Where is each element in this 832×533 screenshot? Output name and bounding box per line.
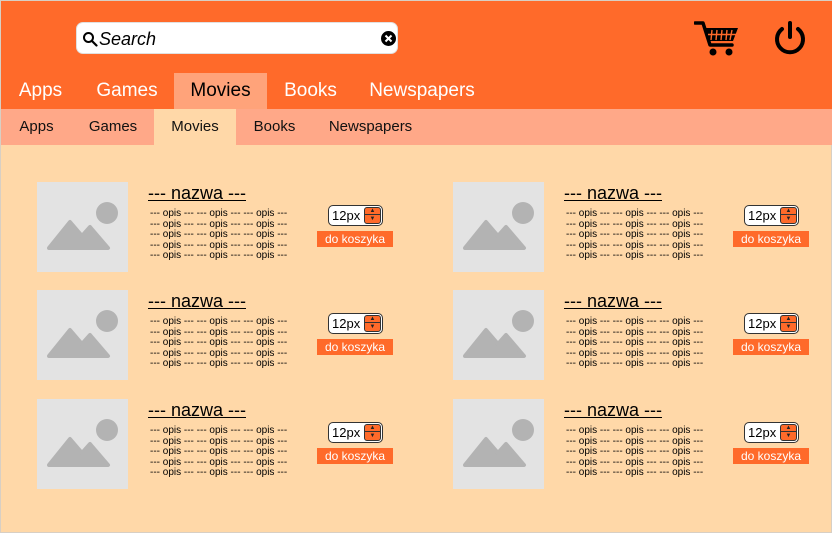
subtab-newspapers[interactable]: Newspapers (313, 109, 428, 145)
decrement-icon[interactable]: ▼ (781, 433, 796, 440)
increment-icon[interactable]: ▲ (781, 425, 796, 432)
tab-games[interactable]: Games (80, 73, 174, 109)
product-card: --- nazwa --- --- opis --- --- opis --- … (453, 290, 813, 382)
quantity-stepper[interactable]: ▲ ▼ (744, 205, 799, 226)
quantity-stepper[interactable]: ▲ ▼ (744, 313, 799, 334)
product-card: --- nazwa --- --- opis --- --- opis --- … (453, 182, 813, 274)
decrement-icon[interactable]: ▼ (365, 324, 380, 331)
product-name[interactable]: --- nazwa --- (148, 400, 246, 421)
search-box[interactable] (76, 22, 398, 54)
decrement-icon[interactable]: ▼ (365, 216, 380, 223)
product-description: --- opis --- --- opis --- --- opis --- --… (150, 425, 288, 479)
add-to-cart-button[interactable]: do koszyka (317, 448, 393, 464)
add-to-cart-button[interactable]: do koszyka (733, 231, 809, 247)
add-to-cart-button[interactable]: do koszyka (733, 448, 809, 464)
product-name[interactable]: --- nazwa --- (564, 291, 662, 312)
decrement-icon[interactable]: ▼ (781, 216, 796, 223)
image-placeholder-icon (453, 290, 544, 380)
tab-newspapers[interactable]: Newspapers (354, 73, 490, 109)
product-description: --- opis --- --- opis --- --- opis --- --… (566, 425, 704, 479)
quantity-input[interactable] (332, 424, 364, 441)
tab-books[interactable]: Books (267, 73, 354, 109)
header-bar: Apps Games Movies Books Newspapers (1, 1, 832, 109)
stepper-buttons[interactable]: ▲ ▼ (780, 315, 797, 332)
stepper-buttons[interactable]: ▲ ▼ (780, 207, 797, 224)
subtab-books[interactable]: Books (236, 109, 313, 145)
subtab-movies[interactable]: Movies (154, 109, 236, 145)
increment-icon[interactable]: ▲ (781, 316, 796, 323)
tab-apps[interactable]: Apps (1, 73, 80, 109)
power-icon[interactable] (772, 20, 808, 56)
add-to-cart-button[interactable]: do koszyka (317, 231, 393, 247)
quantity-stepper[interactable]: ▲ ▼ (744, 422, 799, 443)
stepper-buttons[interactable]: ▲ ▼ (364, 207, 381, 224)
image-placeholder-icon (453, 182, 544, 272)
quantity-stepper[interactable]: ▲ ▼ (328, 313, 383, 334)
stepper-buttons[interactable]: ▲ ▼ (780, 424, 797, 441)
quantity-input[interactable] (332, 207, 364, 224)
clear-icon[interactable] (380, 30, 397, 47)
product-name[interactable]: --- nazwa --- (564, 183, 662, 204)
image-placeholder-icon (37, 399, 128, 489)
quantity-input[interactable] (748, 424, 780, 441)
increment-icon[interactable]: ▲ (365, 208, 380, 215)
product-description: --- opis --- --- opis --- --- opis --- --… (150, 208, 288, 262)
add-to-cart-button[interactable]: do koszyka (317, 339, 393, 355)
cart-icon[interactable] (694, 19, 740, 57)
search-input[interactable] (99, 26, 369, 52)
product-description: --- opis --- --- opis --- --- opis --- --… (566, 208, 704, 262)
image-placeholder-icon (453, 399, 544, 489)
product-card: --- nazwa --- --- opis --- --- opis --- … (37, 182, 397, 274)
product-name[interactable]: --- nazwa --- (148, 291, 246, 312)
image-placeholder-icon (37, 290, 128, 380)
stepper-buttons[interactable]: ▲ ▼ (364, 315, 381, 332)
image-placeholder-icon (37, 182, 128, 272)
decrement-icon[interactable]: ▼ (781, 324, 796, 331)
subtab-apps[interactable]: Apps (1, 109, 72, 145)
quantity-stepper[interactable]: ▲ ▼ (328, 422, 383, 443)
tab-movies[interactable]: Movies (174, 73, 267, 109)
add-to-cart-button[interactable]: do koszyka (733, 339, 809, 355)
product-description: --- opis --- --- opis --- --- opis --- --… (566, 316, 704, 370)
product-name[interactable]: --- nazwa --- (148, 183, 246, 204)
search-icon[interactable] (82, 31, 98, 47)
stepper-buttons[interactable]: ▲ ▼ (364, 424, 381, 441)
secondary-nav: Apps Games Movies Books Newspapers (1, 109, 832, 145)
subtab-games[interactable]: Games (72, 109, 154, 145)
quantity-input[interactable] (748, 207, 780, 224)
product-name[interactable]: --- nazwa --- (564, 400, 662, 421)
increment-icon[interactable]: ▲ (365, 425, 380, 432)
product-card: --- nazwa --- --- opis --- --- opis --- … (453, 399, 813, 491)
app-window: Apps Games Movies Books Newspapers Apps … (0, 0, 832, 533)
decrement-icon[interactable]: ▼ (365, 433, 380, 440)
increment-icon[interactable]: ▲ (781, 208, 796, 215)
product-card: --- nazwa --- --- opis --- --- opis --- … (37, 290, 397, 382)
quantity-input[interactable] (332, 315, 364, 332)
increment-icon[interactable]: ▲ (365, 316, 380, 323)
product-description: --- opis --- --- opis --- --- opis --- --… (150, 316, 288, 370)
product-card: --- nazwa --- --- opis --- --- opis --- … (37, 399, 397, 491)
quantity-stepper[interactable]: ▲ ▼ (328, 205, 383, 226)
primary-nav: Apps Games Movies Books Newspapers (1, 73, 490, 109)
quantity-input[interactable] (748, 315, 780, 332)
